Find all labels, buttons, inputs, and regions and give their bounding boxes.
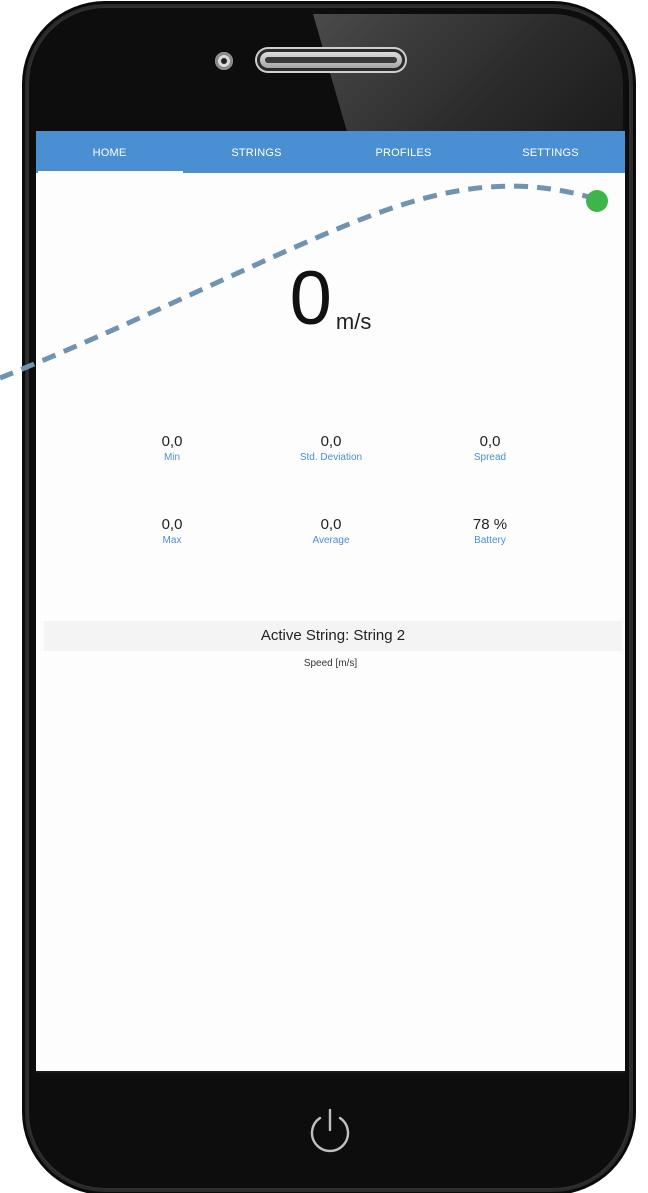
stat-max-label: Max <box>162 535 182 546</box>
tab-bar: HOME STRINGS PROFILES SETTINGS <box>36 131 625 173</box>
front-camera <box>215 52 233 70</box>
stat-average: 0,0 Average <box>261 516 401 547</box>
tab-strings[interactable]: STRINGS <box>183 131 330 173</box>
stat-spread-label: Spread <box>473 452 507 463</box>
stat-min-value: 0,0 <box>161 433 183 450</box>
speed-display: 0 m/s <box>36 261 625 337</box>
stat-battery: 78 % Battery <box>420 516 560 547</box>
tab-home[interactable]: HOME <box>36 131 183 173</box>
stat-max-value: 0,0 <box>161 516 183 533</box>
tab-settings[interactable]: SETTINGS <box>477 131 624 173</box>
stat-min-label: Min <box>163 452 181 463</box>
stat-spread: 0,0 Spread <box>420 433 560 464</box>
stat-std-deviation-value: 0,0 <box>320 433 342 450</box>
earpiece-speaker <box>257 49 405 71</box>
power-icon[interactable] <box>306 1106 354 1158</box>
active-string-bar: Active String: String 2 <box>44 621 622 651</box>
stat-std-deviation-label: Std. Deviation <box>299 452 363 463</box>
speed-value: 0 <box>289 256 332 341</box>
screen-bottom-edge <box>36 1071 625 1073</box>
stat-min: 0,0 Min <box>102 433 242 464</box>
app-screen: HOME STRINGS PROFILES SETTINGS 0 m/s 0,0 … <box>36 131 625 1071</box>
tab-profiles[interactable]: PROFILES <box>330 131 477 173</box>
stat-average-label: Average <box>312 535 350 546</box>
phone-gloss <box>313 14 623 132</box>
stat-std-deviation: 0,0 Std. Deviation <box>261 433 401 464</box>
stat-battery-value: 78 % <box>472 516 508 533</box>
stage: HOME STRINGS PROFILES SETTINGS 0 m/s 0,0 … <box>0 0 648 1193</box>
speed-unit: m/s <box>335 309 372 334</box>
stat-spread-value: 0,0 <box>479 433 501 450</box>
stat-max: 0,0 Max <box>102 516 242 547</box>
stat-average-value: 0,0 <box>320 516 342 533</box>
stat-battery-label: Battery <box>474 535 506 546</box>
chart-axis-label: Speed [m/s] <box>303 658 358 669</box>
